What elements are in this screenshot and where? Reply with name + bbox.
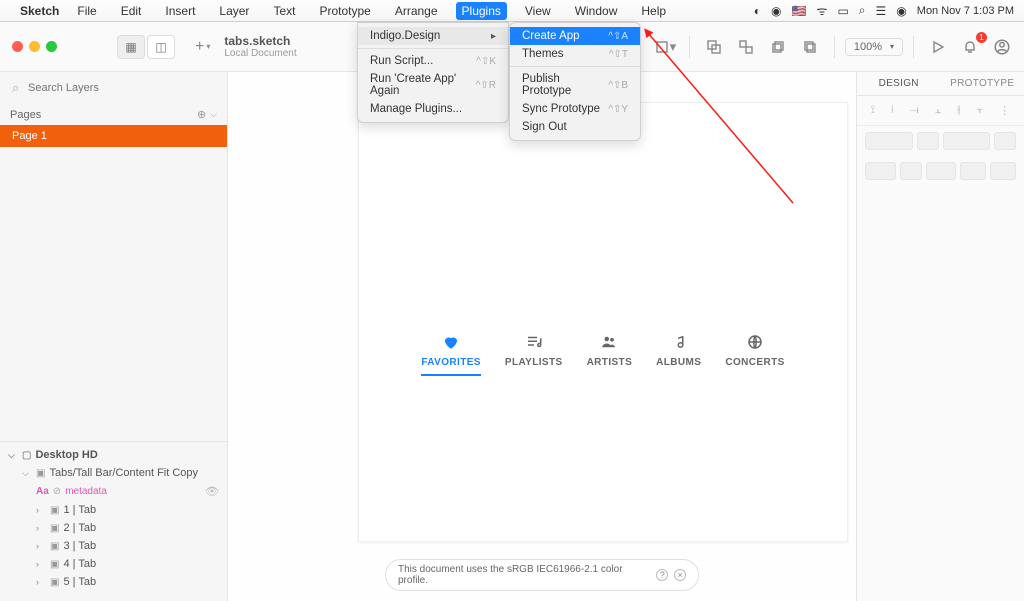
window-controls	[12, 41, 57, 52]
menuitem-publish[interactable]: Publish Prototype^⇧B	[510, 70, 640, 100]
artboard[interactable]: FAVORITES PLAYLISTS ARTISTS ALBUMS CONCE…	[358, 102, 848, 542]
group-icon[interactable]	[700, 35, 728, 59]
tab-playlists[interactable]: PLAYLISTS	[505, 333, 563, 376]
menuitem-run-script[interactable]: Run Script...^⇧K	[358, 52, 508, 70]
search-input[interactable]	[6, 78, 221, 98]
align-center-icon[interactable]: ⟊	[891, 104, 894, 117]
menu-plugins[interactable]: Plugins	[456, 2, 507, 20]
tab-albums[interactable]: ALBUMS	[656, 333, 701, 376]
layer-metadata[interactable]: Aa ⊘ metadata 👁	[0, 482, 227, 501]
menubar-app[interactable]: Sketch	[20, 4, 59, 18]
layer-item[interactable]: ›▣3 | Tab	[0, 537, 227, 555]
doc-name: tabs.sketch	[224, 34, 296, 48]
align-right-icon[interactable]: ⟞	[910, 104, 919, 117]
wifi-icon[interactable]: ᯤ	[816, 2, 827, 19]
indigo-submenu: Create App^⇧A Themes^⇧T Publish Prototyp…	[509, 22, 641, 141]
layer-item[interactable]: ›▣4 | Tab	[0, 555, 227, 573]
forward-icon[interactable]	[764, 35, 792, 59]
page-item[interactable]: Page 1	[0, 125, 227, 147]
document-title[interactable]: tabs.sketch Local Document	[224, 34, 296, 59]
menuitem-manage-plugins[interactable]: Manage Plugins...	[358, 100, 508, 118]
visibility-icon[interactable]: 👁	[205, 485, 219, 498]
search-layers[interactable]	[6, 78, 221, 98]
siri-icon[interactable]: ◉	[896, 4, 906, 18]
tab-design[interactable]: DESIGN	[857, 72, 941, 95]
pages-header: Pages ⊕ ⌵	[0, 104, 227, 125]
menu-prototype[interactable]: Prototype	[313, 2, 376, 20]
ungroup-icon[interactable]	[732, 35, 760, 59]
preview-icon[interactable]	[924, 35, 952, 59]
menubar-datetime[interactable]: Mon Nov 7 1:03 PM	[917, 5, 1014, 17]
menu-file[interactable]: File	[71, 2, 102, 20]
align-bottom-icon[interactable]: ⫟	[977, 104, 984, 117]
left-sidebar: Pages ⊕ ⌵ Page 1 ⌵▢ Desktop HD ⌵▣ Tabs/T…	[0, 72, 228, 601]
canvas[interactable]: FAVORITES PLAYLISTS ARTISTS ALBUMS CONCE…	[228, 72, 856, 601]
backward-icon[interactable]	[796, 35, 824, 59]
menu-text[interactable]: Text	[267, 2, 301, 20]
control-center-icon[interactable]: ☰	[876, 4, 887, 18]
menuitem-create-app[interactable]: Create App^⇧A	[510, 27, 640, 45]
insert-button[interactable]: +	[195, 38, 210, 56]
account-icon[interactable]	[988, 35, 1016, 59]
notif-badge: 1	[976, 32, 987, 43]
layer-group[interactable]: ⌵▣ Tabs/Tall Bar/Content Fit Copy	[0, 464, 227, 482]
distribute-icon[interactable]: ⋮	[999, 104, 1010, 117]
menu-layer[interactable]: Layer	[213, 2, 255, 20]
menu-edit[interactable]: Edit	[115, 2, 148, 20]
plugins-menu: Indigo.Design▸ Run Script...^⇧K Run 'Cre…	[357, 22, 509, 123]
window-maximize[interactable]	[46, 41, 57, 52]
menu-view[interactable]: View	[519, 2, 557, 20]
tab-prototype[interactable]: PROTOTYPE	[941, 72, 1024, 95]
menuitem-run-again[interactable]: Run 'Create App' Again^⇧R	[358, 70, 508, 100]
dismiss-icon[interactable]: ×	[674, 569, 686, 581]
flag-icon[interactable]: 🇺🇸	[792, 4, 807, 18]
layer-item[interactable]: ›▣5 | Tab	[0, 573, 227, 591]
spotlight-icon[interactable]: ⌕	[859, 3, 866, 18]
layer-item[interactable]: ›▣1 | Tab	[0, 501, 227, 519]
status-icon[interactable]: ◐	[754, 4, 761, 18]
menuitem-sync[interactable]: Sync Prototype^⇧Y	[510, 100, 640, 118]
menu-arrange[interactable]: Arrange	[389, 2, 444, 20]
collapse-icon[interactable]: ⌵	[210, 109, 217, 120]
menu-help[interactable]: Help	[635, 2, 672, 20]
notifications-icon[interactable]: 1	[956, 35, 984, 59]
status-icon[interactable]: ◉	[771, 4, 781, 18]
menuitem-themes[interactable]: Themes^⇧T	[510, 45, 640, 63]
align-left-icon[interactable]: ⟟	[871, 104, 875, 117]
tab-concerts[interactable]: CONCERTS	[725, 333, 784, 376]
menu-insert[interactable]: Insert	[159, 2, 201, 20]
layer-artboard-root[interactable]: ⌵▢ Desktop HD	[0, 446, 227, 464]
layer-item[interactable]: ›▣2 | Tab	[0, 519, 227, 537]
tab-artists[interactable]: ARTISTS	[587, 333, 633, 376]
view-mode-canvas[interactable]: ▦	[117, 35, 145, 59]
menuitem-indigo[interactable]: Indigo.Design▸	[358, 27, 508, 45]
menu-window[interactable]: Window	[569, 2, 624, 20]
right-sidebar: DESIGN PROTOTYPE ⟟ ⟊ ⟞ ⫠ ⫲ ⫟ ⋮	[856, 72, 1024, 601]
window-close[interactable]	[12, 41, 23, 52]
zoom-select[interactable]: 100%	[845, 38, 903, 56]
doc-subtitle: Local Document	[224, 48, 296, 59]
help-icon[interactable]: ?	[656, 569, 668, 581]
window-minimize[interactable]	[29, 41, 40, 52]
menuitem-signout[interactable]: Sign Out	[510, 118, 640, 136]
align-middle-icon[interactable]: ⫲	[957, 104, 961, 117]
align-top-icon[interactable]: ⫠	[935, 104, 942, 117]
view-mode-components[interactable]: ◫	[147, 35, 175, 59]
color-profile-notice: This document uses the sRGB IEC61966-2.1…	[385, 559, 699, 591]
resize-icon[interactable]: ▾	[651, 35, 679, 59]
battery-icon[interactable]: ▭	[837, 4, 848, 18]
mac-menubar: Sketch File Edit Insert Layer Text Proto…	[0, 0, 1024, 22]
tab-favorites[interactable]: FAVORITES	[421, 333, 481, 376]
add-page-icon[interactable]: ⊕	[197, 108, 206, 121]
